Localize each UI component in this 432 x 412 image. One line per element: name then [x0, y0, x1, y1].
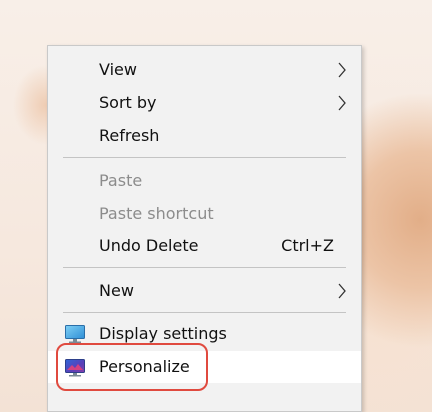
menu-item-label: View [99, 60, 137, 79]
menu-item-refresh[interactable]: Refresh [48, 120, 361, 152]
chevron-right-icon [338, 95, 346, 111]
menu-item-view[interactable]: View [48, 54, 361, 86]
menu-item-undo-delete[interactable]: Undo Delete Ctrl+Z [48, 230, 361, 262]
menu-item-label: Personalize [99, 357, 190, 376]
personalize-icon [65, 359, 85, 377]
menu-item-new[interactable]: New [48, 275, 361, 307]
menu-item-label: Paste shortcut [99, 204, 214, 223]
menu-item-paste-shortcut: Paste shortcut [48, 198, 361, 230]
display-settings-icon [65, 325, 85, 344]
menu-item-label: Undo Delete [99, 236, 199, 255]
desktop-context-menu: View Sort by Refresh Paste Paste shortcu… [47, 45, 362, 412]
menu-separator [63, 267, 346, 268]
menu-item-label: New [99, 281, 134, 300]
menu-item-shortcut: Ctrl+Z [281, 236, 334, 255]
menu-item-label: Refresh [99, 126, 160, 145]
menu-item-display-settings[interactable]: Display settings [48, 318, 361, 350]
menu-item-personalize[interactable]: Personalize [48, 351, 361, 383]
chevron-right-icon [338, 283, 346, 299]
menu-item-sort-by[interactable]: Sort by [48, 87, 361, 119]
menu-item-label: Sort by [99, 93, 157, 112]
chevron-right-icon [338, 62, 346, 78]
menu-item-label: Paste [99, 171, 143, 190]
menu-item-label: Display settings [99, 324, 227, 343]
menu-separator [63, 312, 346, 313]
menu-item-paste: Paste [48, 165, 361, 197]
menu-separator [63, 157, 346, 158]
